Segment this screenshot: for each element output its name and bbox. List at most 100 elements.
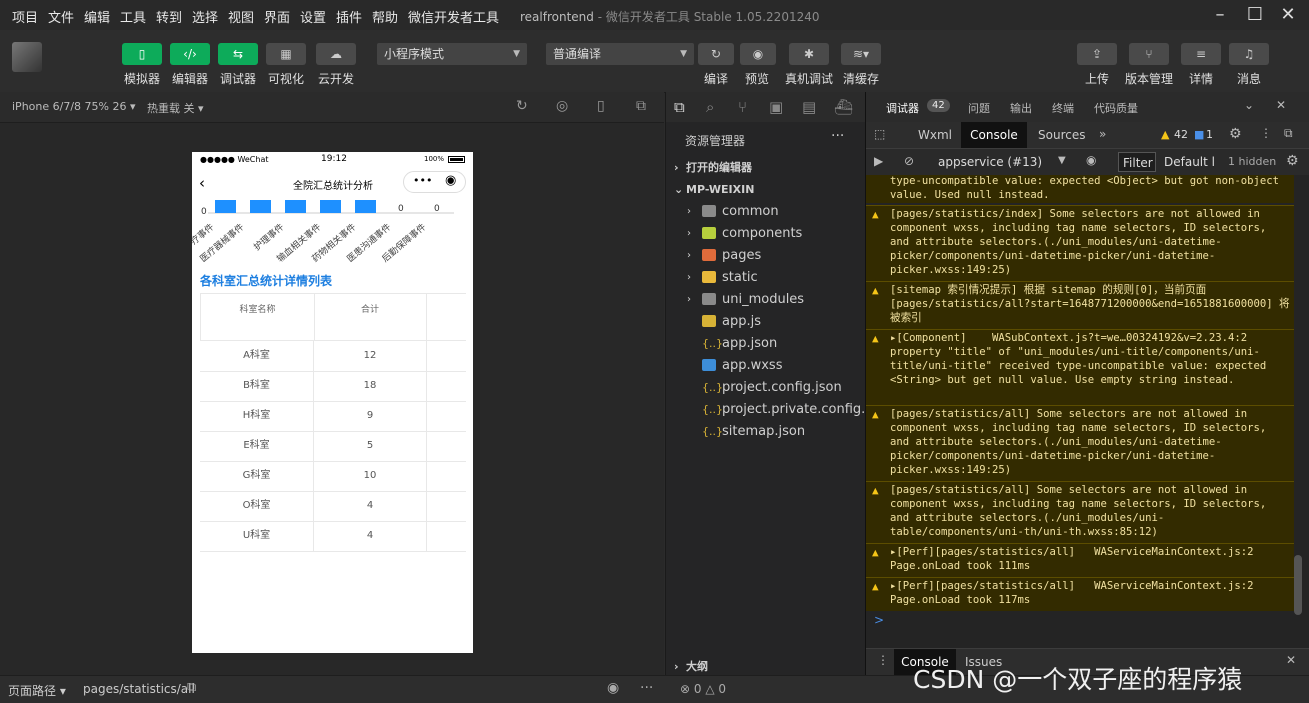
- inspect-icon[interactable]: ⬚: [874, 127, 885, 141]
- tab-sources[interactable]: Sources: [1038, 128, 1085, 142]
- context-select[interactable]: appservice (#13): [938, 155, 1042, 169]
- close-drawer-icon[interactable]: ✕: [1286, 653, 1296, 667]
- rotate-icon[interactable]: ↻: [516, 98, 528, 114]
- menu-goto[interactable]: 转到: [156, 7, 182, 26]
- project-root[interactable]: ⌄ MP-WEIXIN: [666, 179, 866, 201]
- tree-file[interactable]: {..} sitemap.json: [666, 421, 866, 443]
- eye-icon[interactable]: ◉: [1086, 153, 1096, 167]
- tab-console[interactable]: Console: [961, 122, 1027, 148]
- tree-folder[interactable]: › uni_modules: [666, 289, 866, 311]
- compile-select[interactable]: 普通编译 ▼: [546, 43, 694, 65]
- tree-folder[interactable]: › static: [666, 267, 866, 289]
- compile-button[interactable]: ↻: [698, 43, 734, 65]
- debugger-toggle[interactable]: ⇆: [218, 43, 258, 65]
- tree-folder[interactable]: › common: [666, 201, 866, 223]
- close-circle-icon[interactable]: ◉: [445, 173, 456, 188]
- details-button[interactable]: ≡: [1181, 43, 1221, 65]
- menu-file[interactable]: 文件: [48, 7, 74, 26]
- gear-icon[interactable]: ⚙: [1286, 153, 1299, 169]
- messages-button[interactable]: ♫: [1229, 43, 1269, 65]
- cloud-toggle[interactable]: ☁: [316, 43, 356, 65]
- maximize-icon[interactable]: ☐: [1243, 4, 1267, 26]
- clear-cache-button[interactable]: ≋▾: [841, 43, 881, 65]
- menu-wechat-devtools[interactable]: 微信开发者工具: [408, 7, 499, 26]
- chevron-down-icon[interactable]: ▼: [1058, 155, 1066, 166]
- tree-file[interactable]: app.js: [666, 311, 866, 333]
- tab-wxml[interactable]: Wxml: [918, 128, 952, 142]
- warning-count[interactable]: 42: [1174, 128, 1188, 141]
- menu-tools[interactable]: 工具: [120, 7, 146, 26]
- extensions-icon[interactable]: ▣: [769, 98, 783, 116]
- menu-project[interactable]: 项目: [12, 7, 38, 26]
- open-editors-section[interactable]: › 打开的编辑器: [666, 157, 866, 179]
- capsule-menu[interactable]: ••• ◉: [403, 171, 466, 193]
- levels-select[interactable]: Default l: [1164, 155, 1215, 169]
- tab-debugger[interactable]: 调试器: [886, 100, 919, 116]
- tree-folder[interactable]: › pages: [666, 245, 866, 267]
- files-icon[interactable]: ⧉: [674, 98, 685, 116]
- phone-icon[interactable]: ▯: [597, 98, 605, 114]
- tab-code-quality[interactable]: 代码质量: [1094, 100, 1138, 116]
- more-dots-icon[interactable]: •••: [413, 174, 432, 187]
- phone-screen[interactable]: ●●●●● WeChat 19:12 100% ‹ 全院汇总统计分析 ••• ◉…: [192, 152, 473, 653]
- visual-toggle[interactable]: ▦: [266, 43, 306, 65]
- page-path-label[interactable]: 页面路径 ▾: [8, 682, 66, 699]
- hot-reload-toggle[interactable]: 热重载 关 ▾: [147, 100, 204, 116]
- dock-icon[interactable]: ⧉: [1284, 126, 1293, 141]
- kebab-icon[interactable]: ⋮: [877, 653, 889, 667]
- menu-interface[interactable]: 界面: [264, 7, 290, 26]
- minimize-icon[interactable]: –: [1208, 4, 1232, 26]
- simulator-toggle[interactable]: ▯: [122, 43, 162, 65]
- preview-button[interactable]: ◉: [740, 43, 776, 65]
- kebab-icon[interactable]: ⋮: [1260, 126, 1272, 140]
- tab-terminal[interactable]: 终端: [1052, 100, 1074, 116]
- menu-view[interactable]: 视图: [228, 7, 254, 26]
- close-panel-icon[interactable]: ✕: [1276, 98, 1286, 112]
- sidebar-toggle-icon[interactable]: ▶: [874, 154, 883, 168]
- scrollbar[interactable]: [1294, 555, 1302, 615]
- version-button[interactable]: ⑂: [1129, 43, 1169, 65]
- eye-icon[interactable]: ◉: [607, 680, 619, 696]
- panel-icon[interactable]: ▤: [802, 98, 816, 116]
- back-icon[interactable]: ‹: [199, 174, 205, 192]
- menu-settings[interactable]: 设置: [300, 7, 326, 26]
- chevron-down-icon[interactable]: ⌄: [1244, 98, 1254, 112]
- menu-help[interactable]: 帮助: [372, 7, 398, 26]
- docker-icon[interactable]: ⛴: [834, 98, 853, 116]
- tab-output[interactable]: 输出: [1010, 100, 1032, 116]
- upload-button[interactable]: ⇪: [1077, 43, 1117, 65]
- console-prompt[interactable]: >: [874, 613, 884, 627]
- close-window-icon[interactable]: ✕: [1276, 4, 1300, 26]
- more-tabs-icon[interactable]: »: [1099, 127, 1106, 141]
- tree-folder[interactable]: › components: [666, 223, 866, 245]
- more-icon[interactable]: ···: [831, 128, 844, 144]
- tree-file[interactable]: {..} project.private.config.js...: [666, 399, 888, 421]
- clear-console-icon[interactable]: ⊘: [904, 154, 914, 168]
- device-select[interactable]: iPhone 6/7/8 75% 26 ▾: [12, 100, 136, 113]
- record-icon[interactable]: ◎: [556, 98, 568, 114]
- bell-icon: ♫: [1243, 47, 1255, 61]
- menu-select[interactable]: 选择: [192, 7, 218, 26]
- popout-icon[interactable]: ⧉: [636, 98, 646, 114]
- avatar[interactable]: [12, 42, 42, 72]
- file-name: app.js: [722, 314, 761, 329]
- dept-name: G科室: [200, 461, 314, 491]
- filter-input[interactable]: Filter: [1118, 152, 1156, 172]
- source-control-icon[interactable]: ⑂: [738, 98, 747, 116]
- tab-problems[interactable]: 问题: [968, 100, 990, 116]
- more-icon[interactable]: ···: [640, 680, 653, 696]
- copy-icon[interactable]: ⧉: [187, 680, 196, 695]
- problems-indicator[interactable]: ⊗ 0 △ 0: [680, 682, 726, 696]
- gear-icon[interactable]: ⚙: [1229, 126, 1242, 142]
- tree-file[interactable]: {..} project.config.json: [666, 377, 866, 399]
- remote-debug-button[interactable]: ✱: [789, 43, 829, 65]
- search-icon[interactable]: ⌕: [706, 98, 714, 116]
- dept-name: B科室: [200, 371, 314, 401]
- editor-toggle[interactable]: ‹/›: [170, 43, 210, 65]
- menu-edit[interactable]: 编辑: [84, 7, 110, 26]
- menu-plugins[interactable]: 插件: [336, 7, 362, 26]
- tree-file[interactable]: {..} app.json: [666, 333, 866, 355]
- mode-select[interactable]: 小程序模式 ▼: [377, 43, 527, 65]
- tree-file[interactable]: app.wxss: [666, 355, 866, 377]
- info-count[interactable]: 1: [1206, 128, 1213, 141]
